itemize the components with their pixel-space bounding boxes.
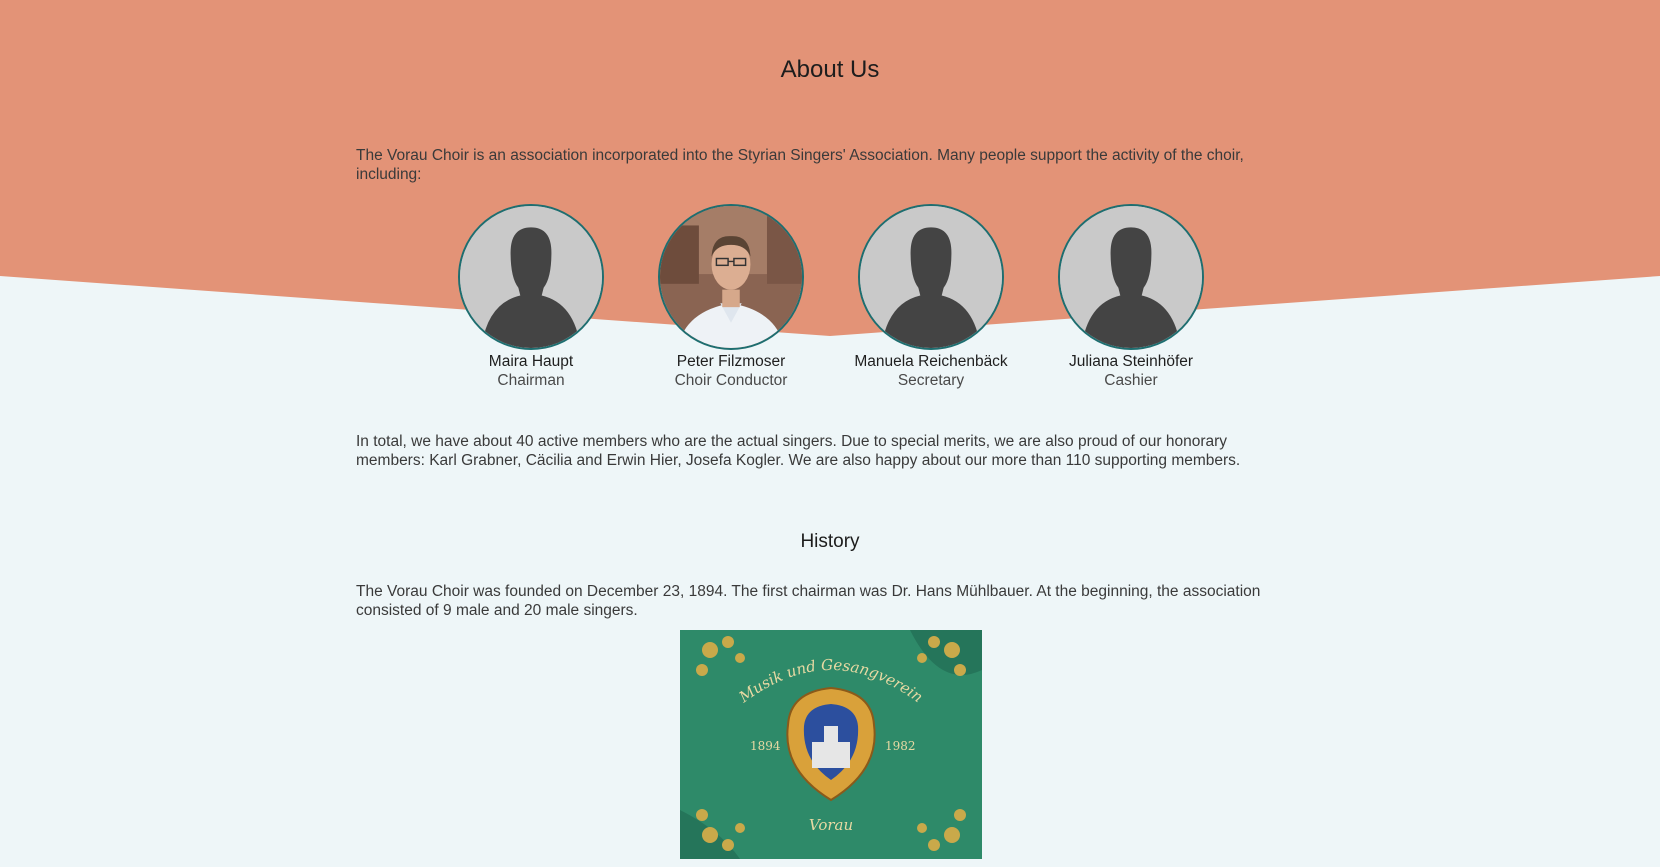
member-role: Choir Conductor (674, 372, 788, 389)
member-name: Maira Haupt (488, 353, 574, 370)
person-photo-icon (660, 206, 802, 348)
avatar (658, 204, 804, 350)
avatar (458, 204, 604, 350)
avatar (1058, 204, 1204, 350)
choir-flag-image: Musik und Gesangverein 1894 1982 Vorau (680, 630, 982, 859)
page-title: About Us (780, 56, 880, 83)
member-card: Manuela Reichenbäck Secretary (831, 204, 1031, 390)
member-role: Cashier (1104, 372, 1158, 389)
intro-paragraph: The Vorau Choir is an association incorp… (356, 147, 1244, 183)
about-section: About Us The Vorau Choir is an associati… (0, 0, 1660, 867)
flag-artwork: Musik und Gesangverein 1894 1982 Vorau (680, 630, 982, 859)
flag-year-right: 1982 (885, 739, 916, 753)
member-role: Secretary (897, 372, 965, 389)
person-silhouette-icon (1060, 206, 1202, 348)
flag-year-left: 1894 (750, 739, 781, 753)
member-card: Peter Filzmoser Choir Conductor (631, 204, 831, 390)
member-card: Juliana Steinhöfer Cashier (1031, 204, 1231, 390)
avatar (858, 204, 1004, 350)
member-role: Chairman (497, 372, 565, 389)
person-silhouette-icon (460, 206, 602, 348)
history-paragraph: The Vorau Choir was founded on December … (356, 583, 1261, 619)
person-silhouette-icon (860, 206, 1002, 348)
member-card: Maira Haupt Chairman (431, 204, 631, 390)
member-name: Manuela Reichenbäck (854, 353, 1008, 370)
member-name: Juliana Steinhöfer (1068, 353, 1194, 370)
history-heading: History (800, 531, 860, 552)
members-total-paragraph: In total, we have about 40 active member… (356, 433, 1241, 469)
flag-bottom-text: Vorau (809, 816, 853, 834)
member-name: Peter Filzmoser (676, 353, 786, 370)
